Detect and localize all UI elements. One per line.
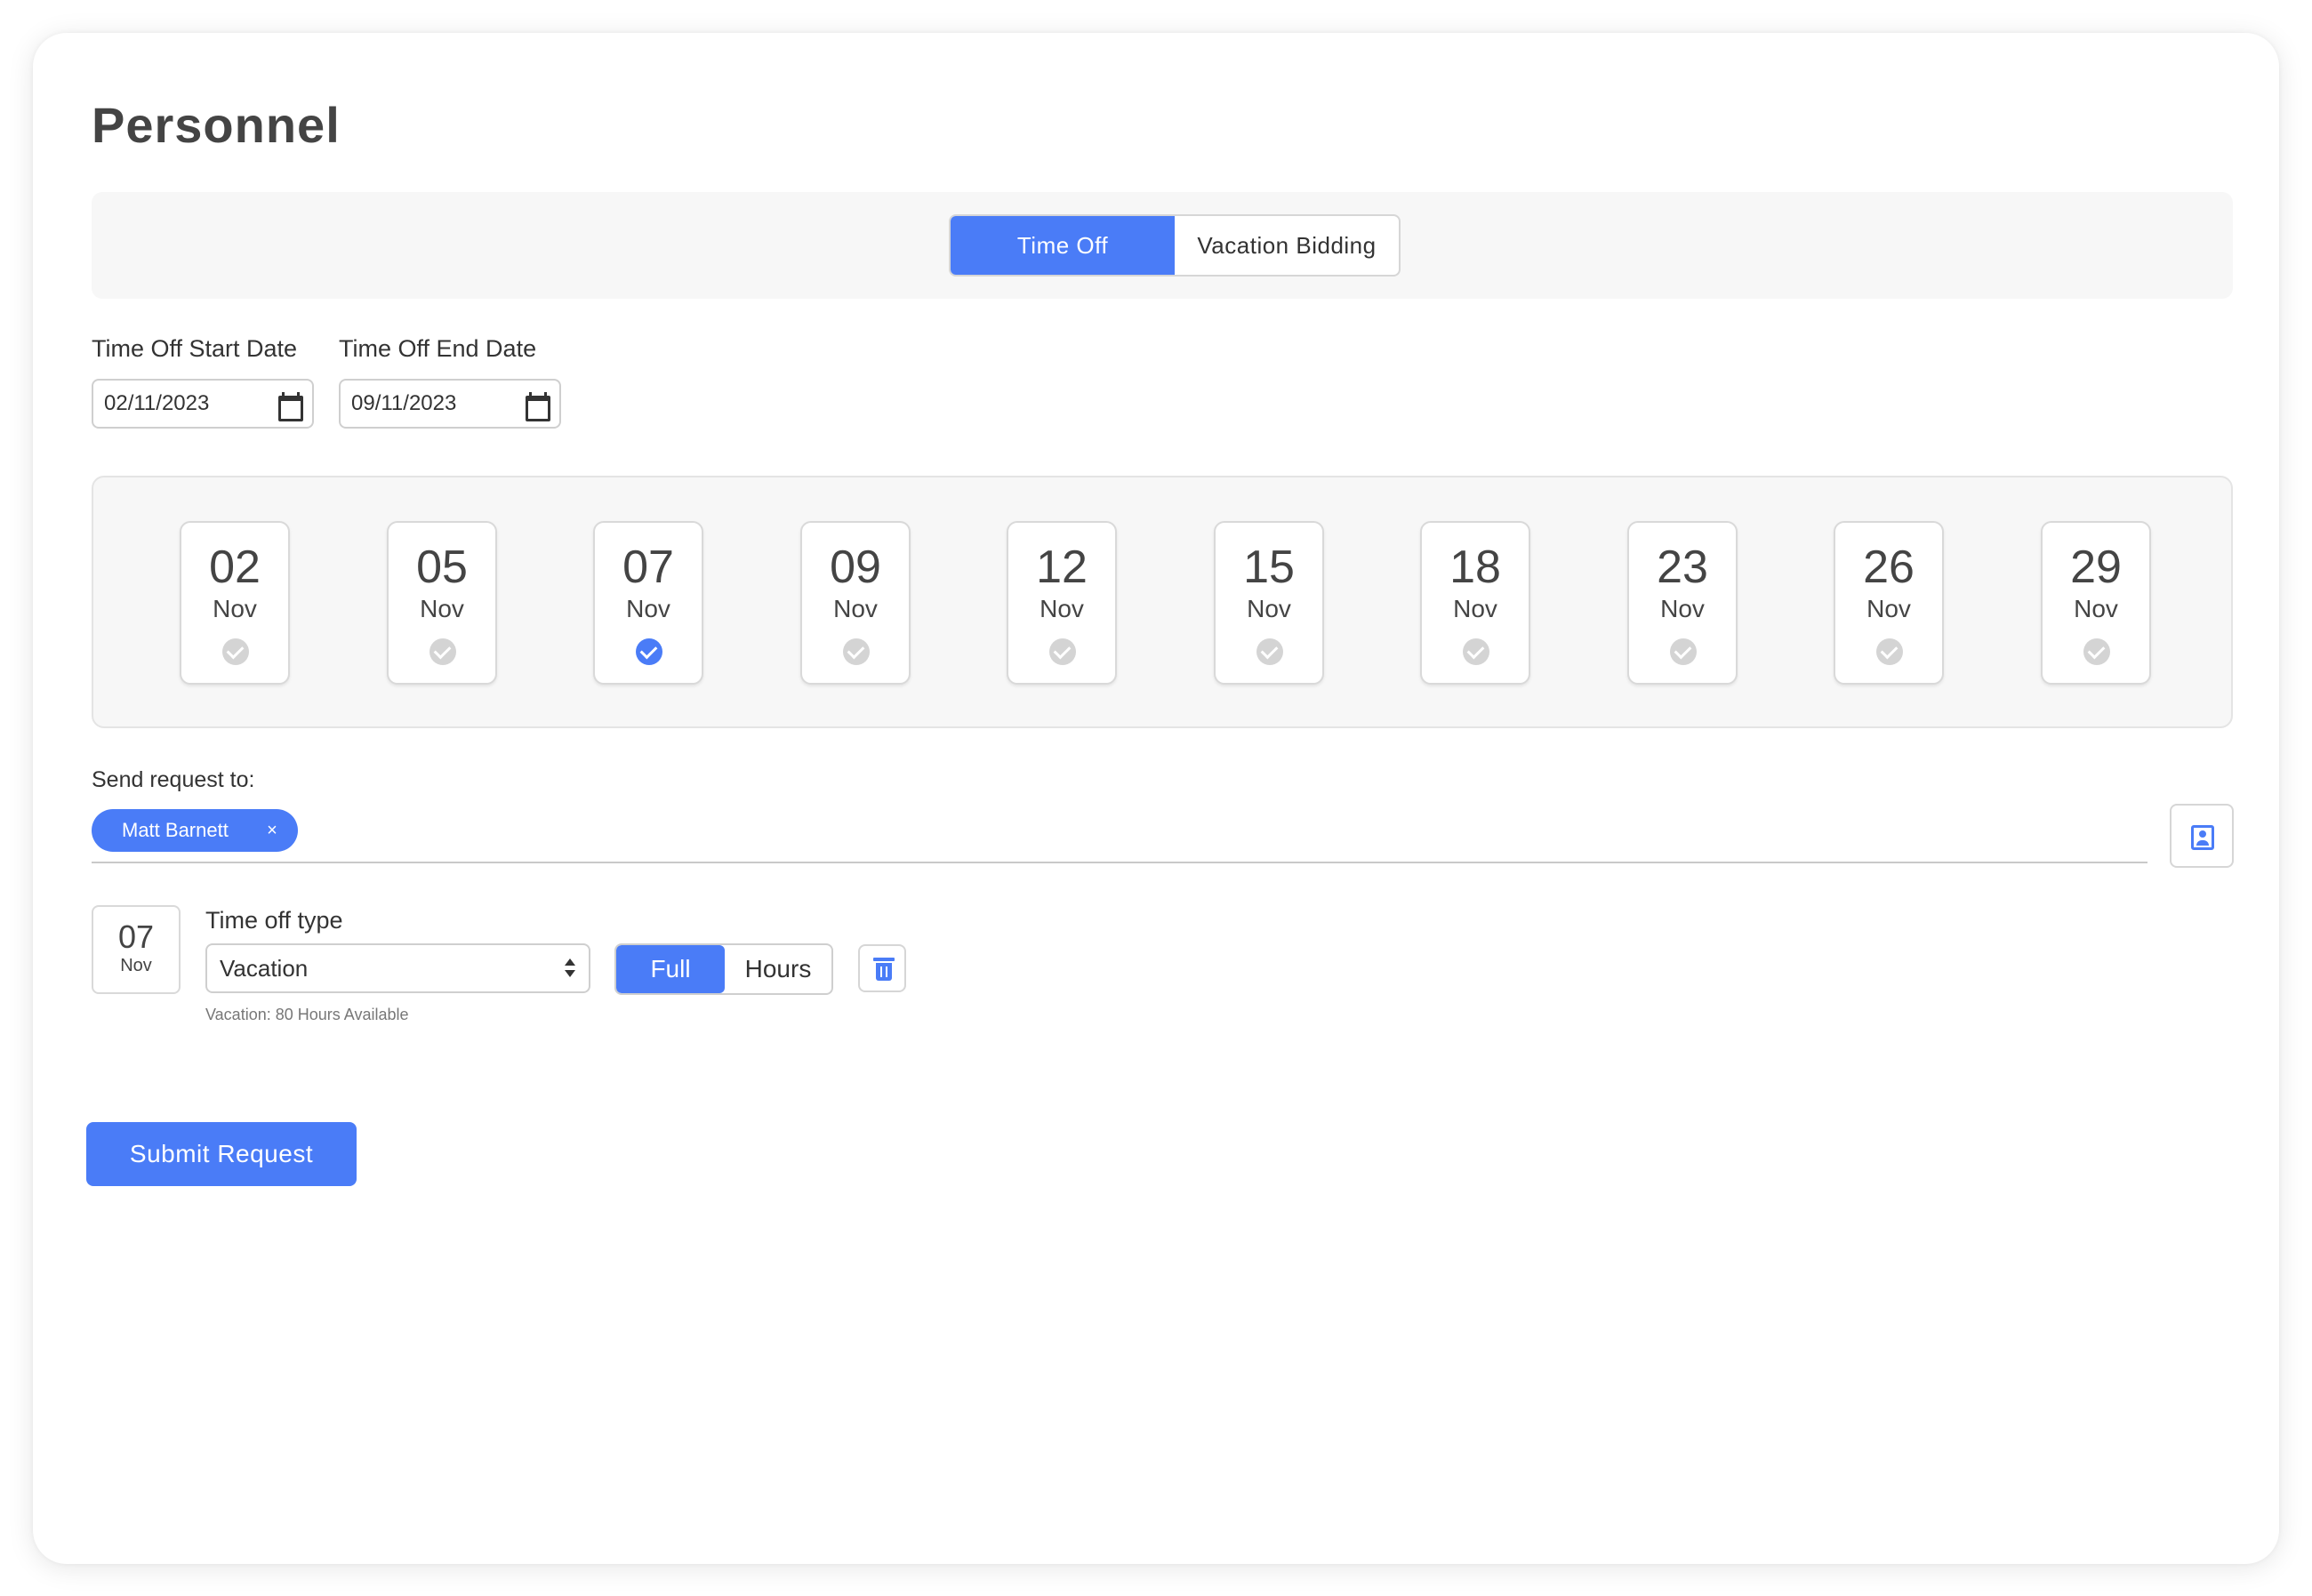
start-date-label: Time Off Start Date bbox=[92, 335, 298, 362]
day-month: Nov bbox=[1660, 595, 1705, 622]
start-date-value: 02/11/2023 bbox=[104, 391, 210, 415]
end-date-label: Time Off End Date bbox=[339, 335, 537, 362]
day-card-23-nov[interactable]: 23 Nov bbox=[1627, 521, 1738, 685]
day-card-15-nov[interactable]: 15 Nov bbox=[1214, 521, 1324, 685]
day-month: Nov bbox=[1866, 595, 1911, 622]
entry-month: Nov bbox=[120, 956, 152, 975]
contacts-button[interactable] bbox=[2170, 804, 2234, 868]
end-date-value: 09/11/2023 bbox=[351, 391, 457, 415]
end-date-input[interactable]: 09/11/2023 bbox=[339, 379, 561, 429]
check-circle-icon bbox=[1049, 638, 1076, 665]
send-request-label: Send request to: bbox=[92, 767, 255, 792]
entry-date-badge: 07 Nov bbox=[92, 905, 181, 994]
day-month: Nov bbox=[1453, 595, 1497, 622]
recipient-name: Matt Barnett bbox=[122, 819, 229, 841]
day-number: 09 bbox=[830, 541, 881, 593]
check-circle-icon bbox=[1670, 638, 1697, 665]
check-circle-icon bbox=[1876, 638, 1903, 665]
day-number: 26 bbox=[1863, 541, 1915, 593]
close-icon[interactable]: × bbox=[261, 819, 284, 842]
calendar-icon[interactable] bbox=[277, 392, 303, 421]
duration-full-button[interactable]: Full bbox=[616, 945, 725, 993]
check-circle-icon bbox=[636, 638, 662, 665]
select-arrows-icon bbox=[564, 958, 576, 979]
calendar-icon[interactable] bbox=[524, 392, 550, 421]
day-card-12-nov[interactable]: 12 Nov bbox=[1007, 521, 1117, 685]
day-number: 07 bbox=[622, 541, 674, 593]
start-date-input[interactable]: 02/11/2023 bbox=[92, 379, 314, 429]
contacts-icon bbox=[2191, 825, 2214, 850]
recipient-input-underline[interactable] bbox=[92, 862, 2147, 863]
end-date-field: Time Off End Date 09/11/2023 bbox=[339, 335, 561, 429]
check-circle-icon bbox=[2083, 638, 2110, 665]
day-card-05-nov[interactable]: 05 Nov bbox=[387, 521, 497, 685]
start-date-field: Time Off Start Date 02/11/2023 bbox=[92, 335, 314, 429]
time-off-type-value: Vacation bbox=[220, 954, 309, 982]
tab-vacation-bidding[interactable]: Vacation Bidding bbox=[1175, 216, 1399, 275]
check-circle-icon bbox=[843, 638, 870, 665]
day-month: Nov bbox=[1247, 595, 1291, 622]
day-card-26-nov[interactable]: 26 Nov bbox=[1834, 521, 1944, 685]
tab-switcher: Time Off Vacation Bidding bbox=[949, 214, 1401, 277]
day-picker-panel: 02 Nov 05 Nov 07 Nov 09 Nov 12 Nov 15 No… bbox=[92, 476, 2233, 728]
day-card-02-nov[interactable]: 02 Nov bbox=[180, 521, 290, 685]
availability-note: Vacation: 80 Hours Available bbox=[205, 1006, 409, 1023]
check-circle-icon bbox=[429, 638, 456, 665]
day-card-07-nov[interactable]: 07 Nov bbox=[593, 521, 703, 685]
day-number: 05 bbox=[416, 541, 468, 593]
tab-time-off[interactable]: Time Off bbox=[951, 216, 1175, 275]
time-off-type-label: Time off type bbox=[205, 907, 343, 934]
day-month: Nov bbox=[213, 595, 257, 622]
day-number: 18 bbox=[1449, 541, 1501, 593]
submit-request-button[interactable]: Submit Request bbox=[86, 1122, 357, 1186]
delete-entry-button[interactable] bbox=[858, 944, 906, 992]
day-month: Nov bbox=[420, 595, 464, 622]
page-title: Personnel bbox=[92, 97, 341, 153]
day-card-09-nov[interactable]: 09 Nov bbox=[800, 521, 911, 685]
day-month: Nov bbox=[1040, 595, 1084, 622]
day-card-18-nov[interactable]: 18 Nov bbox=[1420, 521, 1530, 685]
trash-icon bbox=[873, 958, 895, 981]
check-circle-icon bbox=[222, 638, 249, 665]
day-number: 23 bbox=[1657, 541, 1708, 593]
day-number: 12 bbox=[1036, 541, 1088, 593]
day-month: Nov bbox=[2074, 595, 2118, 622]
day-month: Nov bbox=[833, 595, 878, 622]
time-off-type-select[interactable]: Vacation bbox=[205, 943, 590, 993]
recipient-chip: Matt Barnett × bbox=[92, 809, 298, 852]
day-number: 29 bbox=[2070, 541, 2122, 593]
check-circle-icon bbox=[1256, 638, 1283, 665]
day-number: 15 bbox=[1243, 541, 1295, 593]
check-circle-icon bbox=[1463, 638, 1489, 665]
day-month: Nov bbox=[626, 595, 670, 622]
day-card-29-nov[interactable]: 29 Nov bbox=[2041, 521, 2151, 685]
entry-day: 07 bbox=[117, 918, 155, 955]
duration-hours-button[interactable]: Hours bbox=[725, 945, 831, 993]
day-number: 02 bbox=[209, 541, 261, 593]
duration-toggle: Full Hours bbox=[614, 943, 833, 995]
